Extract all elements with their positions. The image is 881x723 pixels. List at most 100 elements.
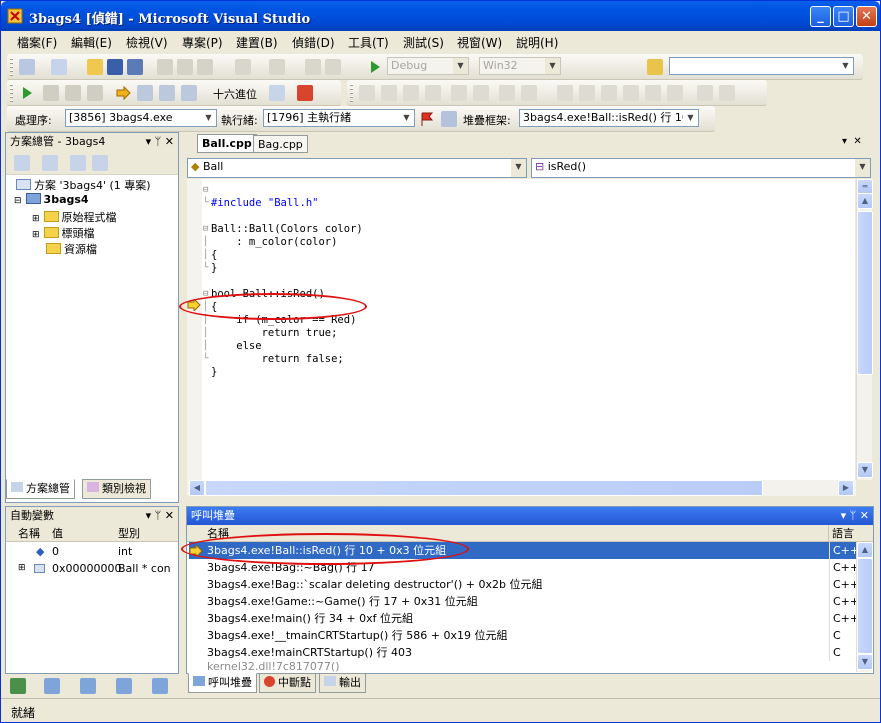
align-center-icon[interactable] xyxy=(381,85,397,101)
align-right-icon[interactable] xyxy=(403,85,419,101)
tab-call-stack[interactable]: 呼叫堆疊 xyxy=(188,673,257,693)
column-value[interactable]: 值 xyxy=(52,525,63,542)
pin-icon[interactable]: ᛘ xyxy=(850,509,857,522)
menu-window[interactable]: 視窗(W) xyxy=(457,34,502,51)
open-file-icon[interactable] xyxy=(87,59,103,75)
minimize-button[interactable]: _ xyxy=(810,6,831,27)
menu-debug[interactable]: 偵錯(D) xyxy=(292,34,335,51)
show-next-statement-icon[interactable] xyxy=(115,85,131,101)
solution-configuration-combo[interactable]: Debug ▼ xyxy=(387,57,469,75)
step-out-icon[interactable] xyxy=(181,85,197,101)
menu-edit[interactable]: 編輯(E) xyxy=(71,34,112,51)
title-bar[interactable]: 3bags4 [偵錯] - Microsoft Visual Studio _ … xyxy=(1,1,880,31)
comment-icon[interactable] xyxy=(499,85,515,101)
solution-node[interactable]: 方案 '3bags4' (1 專案) xyxy=(16,177,151,193)
navigate-backward-icon[interactable] xyxy=(305,59,321,75)
column-language[interactable]: 語言 xyxy=(832,525,854,542)
uncomment-icon[interactable] xyxy=(521,85,537,101)
locals-tab-icon[interactable] xyxy=(44,678,60,694)
project-node[interactable]: ⊟ 3bags4 xyxy=(14,193,89,206)
font-icon[interactable] xyxy=(425,85,441,101)
menu-build[interactable]: 建置(B) xyxy=(236,34,278,51)
find-in-files-icon[interactable] xyxy=(647,59,663,75)
stack-frame-combo[interactable]: 3bags4.exe!Ball::isRed() 行 10 + 0 ▼ xyxy=(519,109,699,127)
outdent-icon[interactable] xyxy=(473,85,489,101)
expand-icon[interactable]: ⊞ xyxy=(32,230,40,240)
autos-row[interactable]: ⊞ 0x00000000 Ball * con xyxy=(6,560,178,577)
scroll-left-icon[interactable]: ◀ xyxy=(189,480,205,496)
watch-tab-icon[interactable] xyxy=(152,678,168,694)
active-files-dropdown-icon[interactable]: ▾ xyxy=(842,136,847,147)
column-divider[interactable] xyxy=(828,525,829,542)
break-all-icon[interactable] xyxy=(43,85,59,101)
stop-debugging-icon[interactable] xyxy=(65,85,81,101)
show-threads-icon[interactable] xyxy=(269,85,285,101)
indicator-margin[interactable] xyxy=(187,179,202,480)
call-stack-row[interactable]: 3bags4.exe!Bag::`scalar deleting destruc… xyxy=(189,576,859,593)
copy-icon[interactable] xyxy=(177,59,193,75)
add-item-icon[interactable] xyxy=(51,59,67,75)
folder-header-files[interactable]: ⊞ 標頭檔 xyxy=(32,225,95,241)
show-all-files-icon[interactable] xyxy=(42,155,58,171)
restart-icon[interactable] xyxy=(87,85,103,101)
paste-icon[interactable] xyxy=(197,59,213,75)
bookmark-icon[interactable] xyxy=(557,85,573,101)
tab-output[interactable]: 輸出 xyxy=(319,673,366,693)
autos-row[interactable]: ◆ 0 int xyxy=(6,543,178,560)
menu-file[interactable]: 檔案(F) xyxy=(17,34,57,51)
maximize-button[interactable]: □ xyxy=(833,6,854,27)
find-combo[interactable]: ▼ xyxy=(669,57,854,75)
redo-icon[interactable] xyxy=(269,59,285,75)
expand-icon[interactable]: ⊞ xyxy=(18,560,26,577)
step-over-icon[interactable] xyxy=(159,85,175,101)
close-icon[interactable]: ✕ xyxy=(165,135,174,148)
tab-breakpoints[interactable]: 中斷點 xyxy=(259,673,316,693)
parameter-info-icon[interactable] xyxy=(719,85,735,101)
filter-threads-icon[interactable] xyxy=(441,111,457,127)
call-stack-vertical-scrollbar[interactable]: ▲ ▼ xyxy=(856,542,873,672)
scroll-thumb[interactable] xyxy=(857,211,873,375)
navigate-forward-icon[interactable] xyxy=(325,59,341,75)
class-navigation-combo[interactable]: ◆ Ball ▼ xyxy=(187,158,527,178)
continue-icon[interactable] xyxy=(19,85,35,101)
collapse-icon[interactable]: ⊟ xyxy=(14,196,22,206)
modules-tab-icon[interactable] xyxy=(116,678,132,694)
close-icon[interactable]: ✕ xyxy=(165,509,174,522)
menu-view[interactable]: 檢視(V) xyxy=(126,34,168,51)
align-left-icon[interactable] xyxy=(359,85,375,101)
menu-test[interactable]: 測試(S) xyxy=(403,34,444,51)
menu-tools[interactable]: 工具(T) xyxy=(348,34,389,51)
tab-class-view[interactable]: 類別檢視 xyxy=(82,479,151,499)
solution-platform-combo[interactable]: Win32 ▼ xyxy=(479,57,561,75)
folder-source-files[interactable]: ⊞ 原始程式檔 xyxy=(32,209,117,225)
previous-bookmark-folder-icon[interactable] xyxy=(623,85,639,101)
pin-icon[interactable]: ᛘ xyxy=(155,135,162,148)
scroll-right-icon[interactable]: ▶ xyxy=(838,480,854,496)
clear-bookmarks-icon[interactable] xyxy=(667,85,683,101)
toolbar-grip[interactable] xyxy=(10,84,13,102)
toggle-thread-flag-icon[interactable] xyxy=(419,111,435,127)
menu-help[interactable]: 說明(H) xyxy=(516,34,558,51)
column-type[interactable]: 型別 xyxy=(118,525,140,542)
class-diagram-icon[interactable] xyxy=(92,155,108,171)
hexadecimal-toggle[interactable]: 十六進位 xyxy=(213,86,257,102)
close-button[interactable]: ✕ xyxy=(856,6,877,27)
dropdown-icon[interactable]: ▾ xyxy=(146,509,152,522)
list-members-icon[interactable] xyxy=(697,85,713,101)
step-into-icon[interactable] xyxy=(137,85,153,101)
new-project-icon[interactable] xyxy=(19,59,35,75)
indent-icon[interactable] xyxy=(451,85,467,101)
expand-icon[interactable]: ⊞ xyxy=(32,214,40,224)
dropdown-icon[interactable]: ▾ xyxy=(146,135,152,148)
scroll-up-icon[interactable]: ▲ xyxy=(857,193,873,209)
call-stack-row[interactable]: 3bags4.exe!mainCRTStartup() 行 403 C xyxy=(189,644,857,661)
folder-resource-files[interactable]: 資源檔 xyxy=(46,241,97,257)
dropdown-icon[interactable]: ▾ xyxy=(841,509,847,522)
undo-icon[interactable] xyxy=(235,59,251,75)
thread-combo[interactable]: [1796] 主執行緒 ▼ xyxy=(263,109,415,127)
column-name[interactable]: 名稱 xyxy=(18,525,40,542)
breakpoints-window-icon[interactable] xyxy=(297,85,313,101)
start-debugging-icon[interactable] xyxy=(367,59,383,75)
call-stack-row[interactable]: 3bags4.exe!Game::~Game() 行 17 + 0x31 位元組… xyxy=(189,593,859,610)
tab-ball-cpp[interactable]: Ball.cpp xyxy=(197,134,257,153)
